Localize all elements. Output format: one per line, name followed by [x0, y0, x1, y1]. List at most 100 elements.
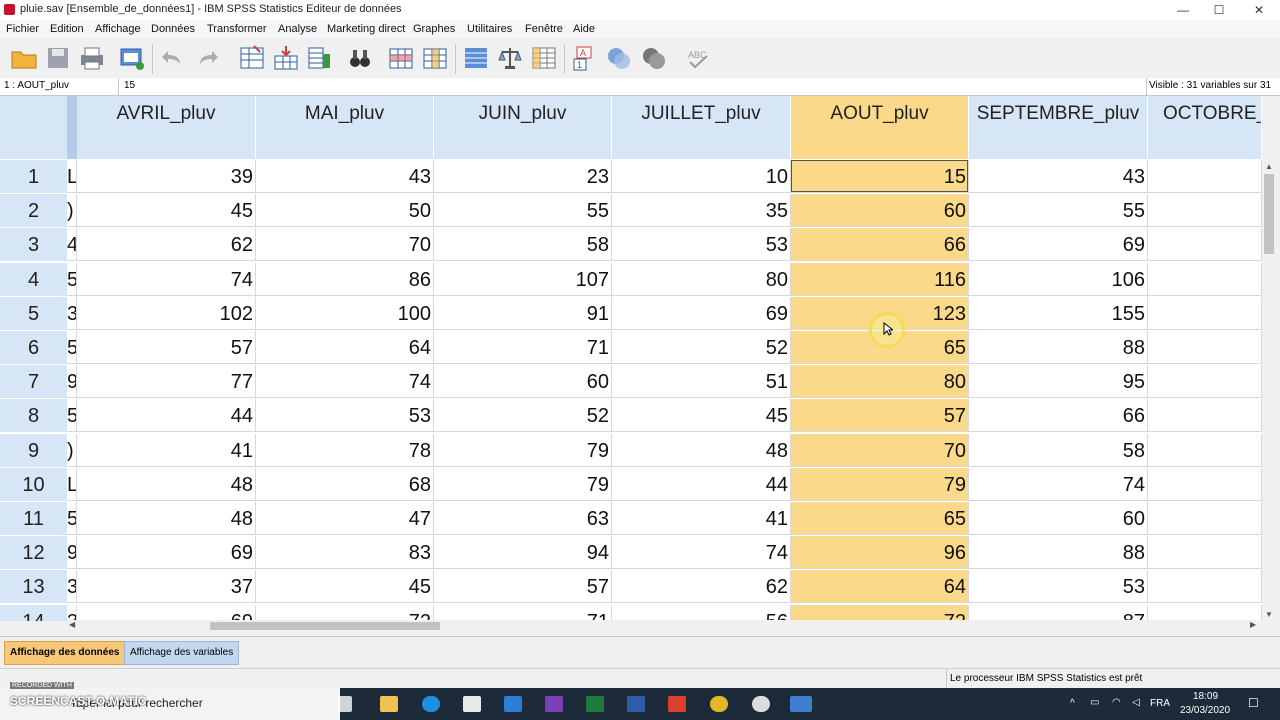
column-header[interactable]: OCTOBRE_: [1148, 96, 1262, 159]
variables-icon[interactable]: [305, 44, 333, 72]
vertical-scroll-thumb[interactable]: [1264, 174, 1274, 254]
data-cell[interactable]: [1148, 331, 1262, 364]
menu-utilitaires[interactable]: Utilitaires: [467, 23, 512, 35]
data-cell[interactable]: 72: [256, 604, 434, 621]
data-cell[interactable]: 70: [791, 433, 969, 467]
data-cell[interactable]: 79: [434, 467, 612, 501]
data-cell[interactable]: 48: [77, 502, 256, 535]
tab-variable-view[interactable]: Affichage des variables: [124, 641, 240, 665]
data-cell[interactable]: 57: [77, 331, 256, 364]
row-header[interactable]: 10: [0, 467, 67, 502]
data-cell[interactable]: 53: [612, 228, 791, 262]
open-folder-icon[interactable]: [10, 44, 38, 72]
row-header[interactable]: 14: [0, 604, 67, 621]
data-cell[interactable]: 55: [434, 194, 612, 228]
row-header[interactable]: 12: [0, 536, 67, 571]
data-cell[interactable]: 65: [791, 502, 969, 535]
use-variable-sets-icon[interactable]: [605, 44, 633, 72]
data-cell[interactable]: 52: [612, 331, 791, 364]
data-cell[interactable]: [1148, 570, 1262, 604]
battery-icon[interactable]: ▭: [1090, 697, 1099, 708]
data-cell[interactable]: 57: [791, 399, 969, 433]
data-cell[interactable]: [1148, 228, 1262, 262]
data-cell[interactable]: 50: [256, 194, 434, 228]
data-cell[interactable]: 86: [256, 262, 434, 296]
partial-cell[interactable]: 5: [67, 399, 77, 433]
data-cell[interactable]: 74: [612, 536, 791, 570]
column-header[interactable]: JUILLET_pluv: [612, 96, 791, 159]
wifi-icon[interactable]: ◠: [1112, 697, 1121, 708]
row-header[interactable]: 3: [0, 228, 67, 263]
data-cell[interactable]: 69: [612, 296, 791, 330]
data-cell[interactable]: 80: [791, 365, 969, 399]
data-cell[interactable]: 41: [612, 502, 791, 535]
partial-cell[interactable]: L: [67, 160, 77, 193]
split-file-icon[interactable]: [462, 44, 490, 72]
data-cell[interactable]: 64: [256, 331, 434, 364]
data-cell[interactable]: [1148, 604, 1262, 621]
data-cell[interactable]: 43: [256, 160, 434, 193]
data-cell[interactable]: 102: [77, 296, 256, 330]
data-cell[interactable]: 155: [969, 296, 1148, 330]
data-cell[interactable]: 35: [612, 194, 791, 228]
data-cell[interactable]: 41: [77, 433, 256, 467]
data-cell[interactable]: 60: [791, 194, 969, 228]
undo-icon[interactable]: [158, 44, 186, 72]
data-cell[interactable]: 62: [612, 570, 791, 604]
partial-cell[interactable]: 4: [67, 228, 77, 262]
data-cell[interactable]: [1148, 467, 1262, 501]
data-cell[interactable]: 64: [791, 570, 969, 604]
close-button[interactable]: ✕: [1240, 0, 1278, 20]
data-cell[interactable]: 47: [256, 502, 434, 535]
data-cell[interactable]: 70: [256, 228, 434, 262]
data-cell[interactable]: 57: [434, 570, 612, 604]
menu-affichage[interactable]: Affichage: [95, 23, 141, 35]
data-cell[interactable]: 66: [791, 228, 969, 262]
data-cell[interactable]: 79: [791, 467, 969, 501]
column-header[interactable]: JUIN_pluv: [434, 96, 612, 159]
row-header[interactable]: 4: [0, 262, 67, 297]
data-cell[interactable]: 100: [256, 296, 434, 330]
data-cell[interactable]: 37: [77, 570, 256, 604]
data-cell[interactable]: 60: [969, 502, 1148, 535]
data-cell[interactable]: 79: [434, 433, 612, 467]
redo-icon[interactable]: [194, 44, 222, 72]
data-cell[interactable]: [1148, 399, 1262, 433]
store-icon[interactable]: [463, 696, 481, 712]
data-cell[interactable]: 53: [969, 570, 1148, 604]
data-cell[interactable]: 44: [612, 467, 791, 501]
data-cell[interactable]: 78: [256, 433, 434, 467]
partial-cell[interactable]: 9: [67, 365, 77, 399]
menu-fenetre[interactable]: Fenêtre: [525, 23, 563, 35]
scroll-up-icon[interactable]: ▲: [1265, 162, 1273, 171]
column-header-selected[interactable]: AOUT_pluv: [791, 96, 969, 159]
volume-icon[interactable]: ◁: [1132, 697, 1140, 708]
goto-variable-icon[interactable]: [272, 44, 300, 72]
insert-variable-icon[interactable]: [421, 44, 449, 72]
partial-cell[interactable]: 3: [67, 604, 77, 621]
dialog-recall-icon[interactable]: [118, 44, 146, 72]
data-cell[interactable]: 83: [256, 536, 434, 570]
data-cell[interactable]: 58: [969, 433, 1148, 467]
data-cell[interactable]: 91: [434, 296, 612, 330]
data-cell[interactable]: 66: [969, 399, 1148, 433]
data-cell[interactable]: 53: [256, 399, 434, 433]
cell-value-input[interactable]: 15: [124, 80, 135, 91]
data-cell[interactable]: 60: [434, 365, 612, 399]
row-header[interactable]: 11: [0, 502, 67, 536]
data-cell[interactable]: 23: [434, 160, 612, 193]
vertical-scrollbar[interactable]: ▲ ▼: [1262, 160, 1276, 622]
data-cell[interactable]: [1148, 296, 1262, 330]
data-cell[interactable]: 77: [77, 365, 256, 399]
row-header[interactable]: 2: [0, 194, 67, 229]
data-cell[interactable]: 55: [969, 194, 1148, 228]
data-cell[interactable]: 95: [969, 365, 1148, 399]
partial-cell[interactable]: ): [67, 433, 77, 467]
column-header[interactable]: AVRIL_pluv: [77, 96, 256, 159]
data-cell[interactable]: 72: [791, 604, 969, 621]
row-header[interactable]: 13: [0, 570, 67, 605]
column-header[interactable]: SEPTEMBRE_pluv: [969, 96, 1148, 159]
data-cell[interactable]: 45: [77, 194, 256, 228]
spell-check-icon[interactable]: ABC: [684, 44, 712, 72]
menu-aide[interactable]: Aide: [573, 23, 595, 35]
